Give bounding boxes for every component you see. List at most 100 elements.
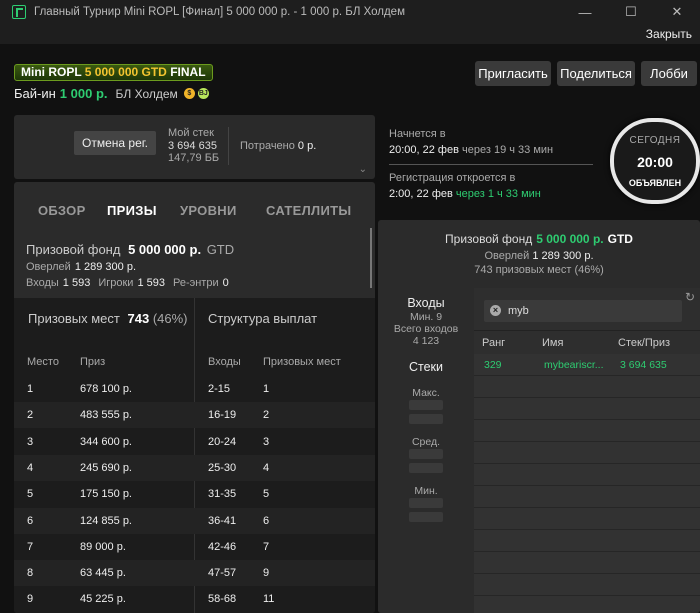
prizes-table-panel: Призовых мест 743 (46%) Структура выплат… [14,298,375,613]
lobby-button[interactable]: Лобби [641,61,697,86]
place-cell: 5 [27,488,34,501]
col-stack-header: Стек/Приз [618,337,671,349]
timing-divider [389,164,593,165]
buyin-label: Бай-ин [14,86,56,101]
prize-cell: 245 690 р. [80,461,132,474]
share-button[interactable]: Поделиться [557,61,635,86]
col-prize-header: Приз [80,356,106,368]
invite-button[interactable]: Пригласить [475,61,551,86]
tournament-badge: Mini ROPL 5 000 000 GTD FINAL [14,64,213,81]
tab-prizes[interactable]: ПРИЗЫ [107,203,157,218]
prize-cell: 63 445 р. [80,567,126,580]
stacks-title: Стеки [408,360,443,374]
reentries-label: Ре-энтри [172,277,219,289]
app-logo-icon [12,5,26,19]
close-window-icon[interactable]: ✕ [654,0,700,24]
player-search[interactable]: × [484,300,682,322]
badge-final: FINAL [170,65,206,79]
entries-range-cell: 58-68 [208,593,237,606]
reg-value-line: 2:00, 22 фев через 1 ч 33 мин [389,188,593,200]
place-cell: 8 [27,567,34,580]
leaderboard-empty-row [474,574,700,596]
paid-places-cell: 3 [263,435,270,448]
search-input[interactable] [508,303,668,319]
minimize-icon[interactable]: — [562,0,608,24]
my-stack-label: Мой стек [168,127,214,139]
tab-satellites[interactable]: САТЕЛЛИТЫ [266,203,351,218]
game-type: БЛ Холдем [115,86,178,101]
prize-cell: 175 150 р. [80,488,132,501]
paid-places-cell: 9 [263,567,270,580]
paid-places-cell: 1 [263,383,270,395]
players-label: Игроки [98,277,134,289]
paid-places-cell: 5 [263,488,270,501]
stack-min-label: Мин. [414,485,438,497]
rp-fund-line: Призовой фонд 5 000 000 р. GTD [378,232,700,246]
clear-search-icon[interactable]: × [490,305,501,316]
rp-overlay-line: Оверлей 1 289 300 р. [378,250,700,262]
prize-cell: 89 000 р. [80,540,126,553]
overlay-line: Оверлей 1 289 300 р. [26,261,237,273]
entries-value: 1 593 [62,277,91,289]
tournament-details-panel: ОБЗОР ПРИЗЫ УРОВНИ САТЕЛЛИТЫ Призовой фо… [14,182,375,613]
players-value: 1 593 [137,277,165,289]
my-stack-bb: 147,79 ББ [168,152,220,164]
entries-range-cell: 16-19 [208,409,237,422]
rp-fund-label: Призовой фонд [445,232,533,246]
col-places-header: Призовых мест [263,356,341,368]
place-cell: 7 [27,540,34,553]
prize-cell: 45 225 р. [80,593,126,606]
stack-max-bar [409,400,443,410]
reg-label: Регистрация откроется в [389,172,516,184]
window-titlebar: Главный Турнир Mini ROPL [Финал] 5 000 0… [0,0,700,24]
table-row: 8 63 445 р. 47-57 9 [14,560,375,587]
player-name-cell: mybeariscr... [544,359,604,371]
tab-levels[interactable]: УРОВНИ [180,203,237,218]
prize-fund-gtd: GTD [206,242,235,257]
badge-name: Mini ROPL [21,65,82,79]
maximize-icon[interactable]: ☐ [608,0,654,24]
close-link[interactable]: Закрыть [646,27,692,41]
rp-fund-gtd: GTD [607,232,633,246]
window-controls: — ☐ ✕ [562,0,700,24]
cancel-registration-button[interactable]: Отмена рег. [74,131,156,155]
leaderboard-column: × ↻ Ранг Имя Стек/Приз 329mybeariscr...3… [474,288,700,613]
paid-places-cell: 7 [263,540,270,553]
leaderboard-empty-row [474,442,700,464]
leaderboard-panel: Призовой фонд 5 000 000 р. GTD Оверлей 1 2… [378,220,700,613]
leaderboard-header: Ранг Имя Стек/Приз [474,330,700,354]
paid-places-cell: 4 [263,461,270,474]
table-row: 6 124 855 р. 36-41 6 [14,507,375,534]
starts-value: 20:00, 22 фев [389,144,459,156]
stack-min-bar [409,498,443,508]
leaderboard-empty-row [474,552,700,574]
col-rank-header: Ранг [482,337,506,349]
entries-range-cell: 36-41 [208,514,237,527]
place-cell: 9 [27,593,34,606]
prize-fund-value: 5 000 000 р. [128,242,202,257]
leaderboard-empty-row [474,596,700,613]
stack-avg-bar [409,449,443,459]
tab-overview[interactable]: ОБЗОР [38,203,86,218]
entries-min: Мин. 9 [409,311,443,323]
close-bar: Закрыть [0,24,700,44]
place-cell: 6 [27,514,34,527]
prize-fund-label: Призовой фонд [26,242,121,257]
buyin-amount: 1 000 р. [59,86,108,101]
spent-value: 0 р. [297,140,317,152]
chevron-down-icon[interactable]: ⌄ [359,164,367,175]
stack-cell: 3 694 635 [620,359,667,371]
bounty-coin-icon: BJ [197,88,209,99]
refresh-icon[interactable]: ↻ [685,290,695,304]
leaderboard-empty-row [474,376,700,398]
leaderboard-empty-row [474,508,700,530]
leaderboard-row[interactable]: 329 mybeariscr... 3 694 635 [474,354,700,376]
stack-avg-label: Сред. [411,436,441,448]
place-cell: 1 [27,383,34,395]
scrollbar[interactable] [370,228,372,288]
table-row: 7 89 000 р. 42-46 7 [14,534,375,560]
leaderboard-empty-row [474,530,700,552]
entries-range-cell: 31-35 [208,488,237,501]
entries-label: Входы [26,277,59,289]
circle-time: 20:00 [637,154,673,170]
